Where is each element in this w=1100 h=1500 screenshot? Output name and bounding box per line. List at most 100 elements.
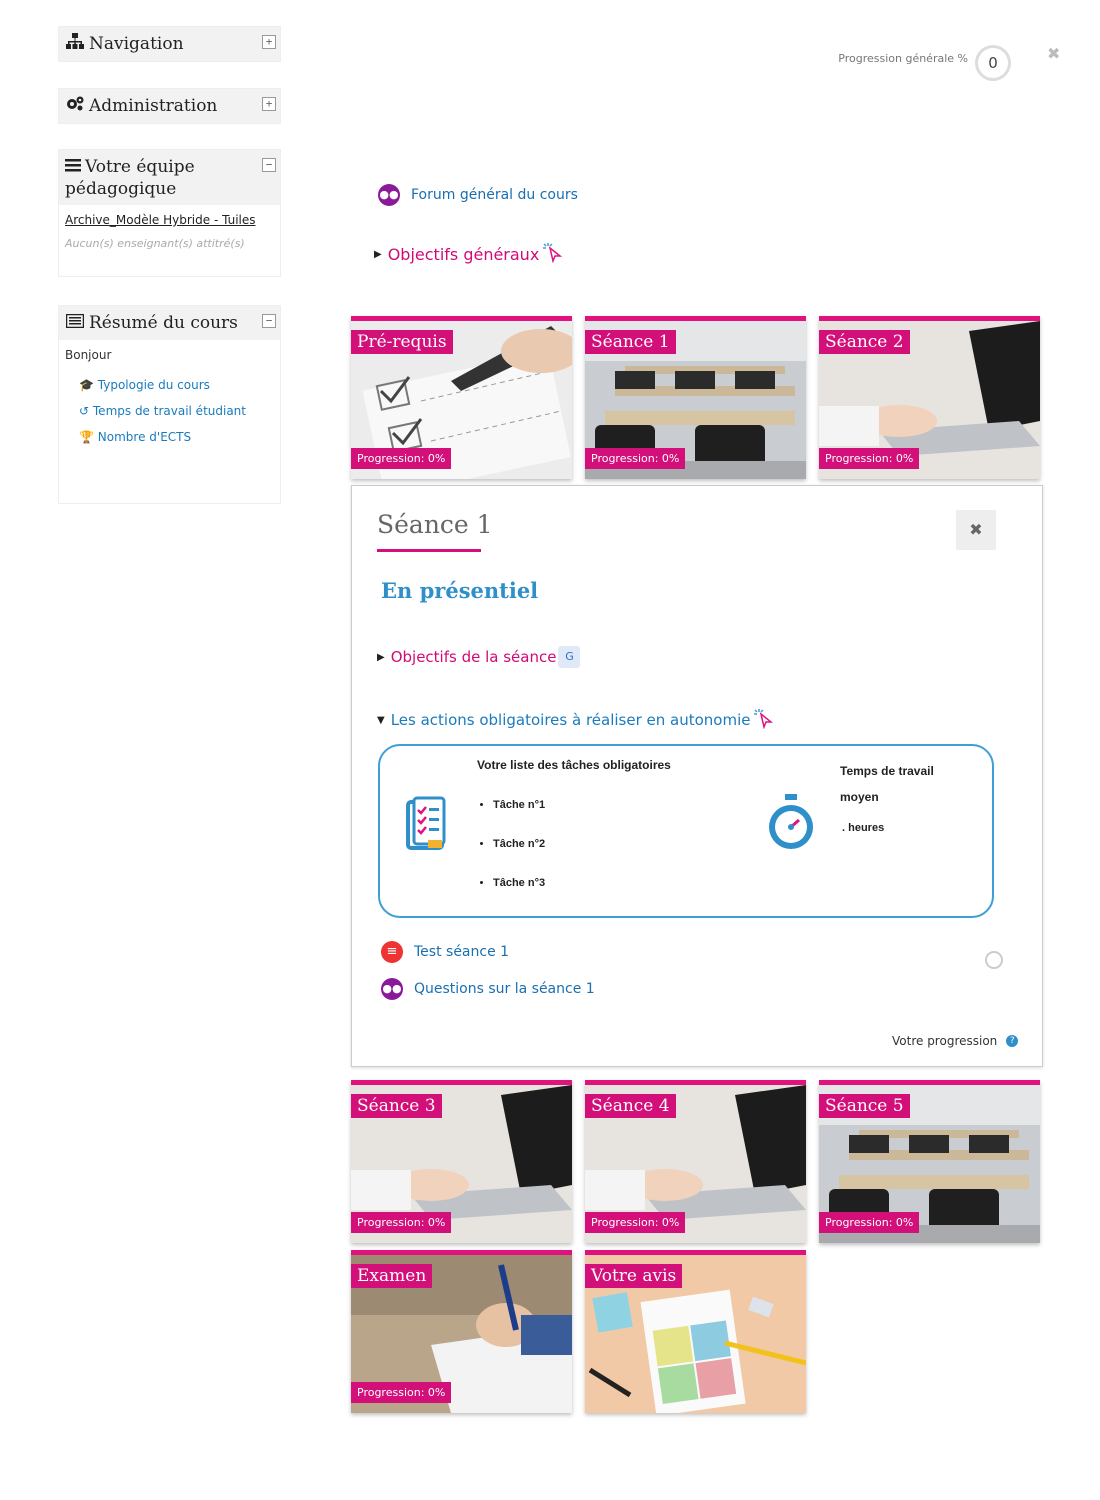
greeting-text: Bonjour [65,348,112,362]
quiz-icon: ≡ [381,941,403,963]
ects-link[interactable]: 🏆 Nombre d'ECTS [79,430,274,444]
tile-progress: Progression: 0% [351,1382,452,1403]
team-title-line1: Votre équipe [85,157,195,177]
tile-seance-1[interactable]: Séance 1 Progression: 0% [585,316,806,479]
overall-progress-label: Progression générale % [838,52,968,65]
tile-progress: Progression: 0% [585,448,686,469]
forum-icon: ●● [378,184,400,206]
cursor-click-icon [753,707,775,733]
actions-label: Les actions obligatoires à réaliser en a… [390,711,751,729]
tasks-title: Votre liste des tâches obligatoires [477,758,671,772]
tile-progress: Progression: 0% [819,448,920,469]
session-objectives-toggle[interactable]: ▶ Objectifs de la séance G [377,646,581,668]
actions-toggle[interactable]: ▼ Les actions obligatoires à réaliser en… [377,707,775,733]
tile-progress: Progression: 0% [819,1212,920,1233]
close-panel-button[interactable]: ✖ [956,510,996,550]
collapse-icon[interactable]: − [262,158,276,172]
session-progress-label: Votre progression [892,1034,998,1048]
course-archive-link[interactable]: Archive_Modèle Hybride - Tuiles [65,213,256,227]
help-icon[interactable]: ? [1006,1035,1019,1047]
session-title: Séance 1 [377,510,493,539]
tile-seance-2[interactable]: Séance 2 Progression: 0% [819,316,1040,479]
tile-examen[interactable]: Examen Progression: 0% [351,1250,572,1413]
tile-title: Examen [351,1264,433,1288]
tile-title: Votre avis [585,1264,683,1288]
time-title-line2: moyen [840,790,879,804]
typology-label: Typologie du cours [97,378,210,392]
collapse-icon[interactable]: − [262,314,276,328]
session-subtitle: En présentiel [381,578,539,603]
list-item: Tâche n°1 [493,786,545,825]
summary-title: Résumé du cours [89,313,238,333]
tile-seance-5[interactable]: Séance 5 Progression: 0% [819,1080,1040,1243]
session-objectives-label: Objectifs de la séance [390,648,557,666]
forum-link[interactable]: ●● Forum général du cours [378,184,578,206]
tile-votre-avis[interactable]: Votre avis [585,1250,806,1413]
caret-right-icon: ▶ [374,248,382,260]
caret-down-icon: ▼ [377,714,385,726]
general-objectives-label: Objectifs généraux [387,244,540,264]
task-list: Tâche n°1 Tâche n°2 Tâche n°3 [477,786,545,903]
tile-progress: Progression: 0% [585,1212,686,1233]
team-block: Votre équipe pédagogique − Archive_Modèl… [58,149,281,277]
forum-label: Forum général du cours [411,187,578,203]
sitemap-icon [65,33,85,55]
questions-link[interactable]: ●● Questions sur la séance 1 [381,978,595,1000]
general-objectives-toggle[interactable]: ▶ Objectifs généraux [374,241,564,267]
trophy-icon: 🏆 [79,430,94,444]
expand-icon[interactable]: + [262,97,276,111]
tile-prerequis[interactable]: Pré-requis Progression: 0% [351,316,572,479]
caret-right-icon: ▶ [377,651,385,663]
tile-progress: Progression: 0% [351,448,452,469]
typology-link[interactable]: 🎓 Typologie du cours [79,378,274,392]
expand-icon[interactable]: + [262,35,276,49]
bars-icon [65,156,81,178]
overall-progress-circle: 0 [975,45,1011,81]
title-underline [377,549,481,552]
tile-title: Séance 4 [585,1094,676,1118]
tile-seance-3[interactable]: Séance 3 Progression: 0% [351,1080,572,1243]
translate-icon: G [558,646,581,668]
list-alt-icon [65,312,85,334]
completion-checkbox[interactable] [985,951,1003,969]
tile-title: Séance 5 [819,1094,910,1118]
summary-header[interactable]: Résumé du cours − [59,306,280,340]
tile-title: Pré-requis [351,330,453,354]
tile-progress: Progression: 0% [351,1212,452,1233]
tile-title: Séance 1 [585,330,676,354]
cogs-icon [65,95,85,117]
test-label: Test séance 1 [414,944,510,960]
work-time-link[interactable]: ↺ Temps de travail étudiant [79,404,274,418]
questions-label: Questions sur la séance 1 [414,981,595,997]
task-box: Votre liste des tâches obligatoires Tâch… [378,744,994,918]
summary-block: Résumé du cours − Bonjour 🎓 Typologie du… [58,305,281,504]
time-title: Temps de travail moyen [840,758,934,810]
tile-title: Séance 2 [819,330,910,354]
list-item: Tâche n°3 [493,864,545,903]
no-teacher-note: Aucun(s) enseignant(s) attitré(s) [65,237,245,250]
close-icon[interactable]: ✖ [1047,44,1060,63]
checklist-icon [406,796,452,856]
history-icon: ↺ [79,404,90,418]
ects-label: Nombre d'ECTS [97,430,192,444]
work-time-label: Temps de travail étudiant [92,404,246,418]
tile-seance-4[interactable]: Séance 4 Progression: 0% [585,1080,806,1243]
list-item: Tâche n°2 [493,825,545,864]
tile-title: Séance 3 [351,1094,442,1118]
administration-title: Administration [89,96,218,116]
navigation-title: Navigation [89,34,184,54]
test-link[interactable]: ≡ Test séance 1 [381,941,509,963]
navigation-header[interactable]: Navigation + [59,27,280,61]
navigation-block: Navigation + [58,26,281,62]
administration-header[interactable]: Administration + [59,89,280,123]
team-title-line2: pédagogique [65,179,177,199]
forum-icon: ●● [381,978,403,1000]
graduation-cap-icon: 🎓 [79,378,94,392]
team-header[interactable]: Votre équipe pédagogique − [59,150,280,205]
time-value: . heures [842,822,885,834]
cursor-click-icon [542,241,564,267]
time-title-line1: Temps de travail [840,764,934,778]
session-panel: Séance 1 ✖ En présentiel ▶ Objectifs de … [351,485,1043,1067]
administration-block: Administration + [58,88,281,124]
stopwatch-icon [766,794,816,856]
